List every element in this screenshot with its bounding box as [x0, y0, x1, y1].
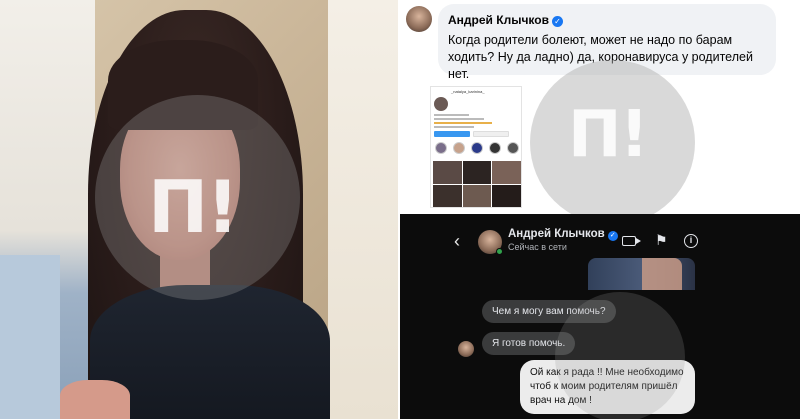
instagram-highlight [435, 142, 447, 154]
info-icon[interactable]: i [684, 234, 698, 248]
video-call-icon[interactable] [622, 236, 641, 246]
avatar[interactable] [458, 341, 474, 357]
instagram-avatar [434, 97, 448, 111]
instagram-photo-grid [433, 161, 521, 207]
instagram-screenshot-attachment[interactable]: _natalya_karinina_ [430, 86, 522, 208]
contact-name-label: Андрей Клычков [508, 228, 605, 240]
verified-icon: ✓ [551, 16, 563, 27]
watermark-circle [555, 292, 685, 419]
contact-status: Сейчас в сети [508, 242, 567, 252]
instagram-highlight [507, 142, 519, 154]
photo-background-wall-right [328, 0, 398, 419]
instagram-highlight [453, 142, 465, 154]
watermark-logo: П! [568, 98, 649, 172]
instagram-highlight [489, 142, 501, 154]
instagram-bio [434, 114, 494, 130]
comment-author[interactable]: Андрей Клычков [448, 13, 549, 27]
photo-panel: П! [0, 0, 398, 419]
instagram-highlight [471, 142, 483, 154]
shared-photo-detail [642, 258, 682, 290]
instagram-follow-button [434, 131, 470, 137]
instagram-handle: _natalya_karinina_ [451, 89, 485, 94]
watermark-logo: П! [148, 165, 239, 249]
photo-hand [60, 380, 130, 419]
verified-icon: ✓ [607, 231, 618, 241]
flag-icon[interactable]: ⚑ [655, 232, 668, 249]
photo-window [0, 255, 60, 419]
instagram-message-button [473, 131, 509, 137]
back-icon[interactable]: ‹ [454, 232, 460, 250]
contact-name[interactable]: Андрей Клычков ✓ [508, 228, 618, 241]
messenger-panel: ‹ Андрей Клычков ✓ Сейчас в сети ⚑ i Чем … [400, 214, 800, 419]
online-status-icon [496, 248, 503, 255]
facebook-comment-panel: Андрей Клычков ✓ Когда родители болеют, м… [400, 0, 800, 214]
avatar[interactable] [406, 6, 432, 32]
